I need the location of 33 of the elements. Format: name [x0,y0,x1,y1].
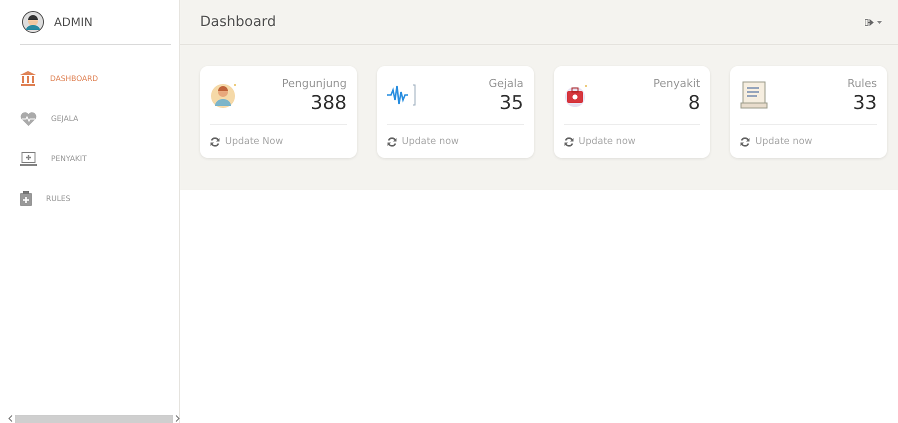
clipboard-plus-icon [20,191,32,206]
scroll-right-icon[interactable] [175,415,180,422]
refresh-icon [210,136,220,146]
card-label: Pengunjung [282,76,347,90]
scroll-left-icon[interactable] [8,415,13,422]
card-label: Rules [847,76,877,90]
scrollbar-thumb[interactable] [15,414,173,422]
refresh-icon [386,136,397,146]
heart-pulse-icon [20,112,37,126]
document-icon [740,81,768,109]
caret-icon [877,20,882,24]
card-value: 8 [688,92,700,114]
card-value: 33 [852,92,877,114]
refresh-icon [564,136,574,146]
logout-icon [865,18,874,26]
card-value: 35 [499,92,524,114]
update-link[interactable]: Update now [402,136,459,147]
card-label: Gejala [488,76,524,90]
refresh-icon [740,136,750,146]
page-title: Dashboard [200,14,276,30]
sound-wave-icon [386,82,417,108]
card-value: 388 [310,92,347,114]
update-link[interactable]: Update now [755,136,812,147]
person-icon [210,81,238,109]
user-name: ADMIN [54,15,93,29]
monitor-plus-icon [20,152,37,166]
card-label: Penyakit [653,76,700,90]
logout-menu-button[interactable] [863,16,884,28]
avatar-icon [22,11,44,33]
update-link[interactable]: Update Now [225,136,284,147]
bank-icon [20,71,36,86]
update-link[interactable]: Update now [578,136,636,147]
medical-bag-icon [564,83,590,107]
